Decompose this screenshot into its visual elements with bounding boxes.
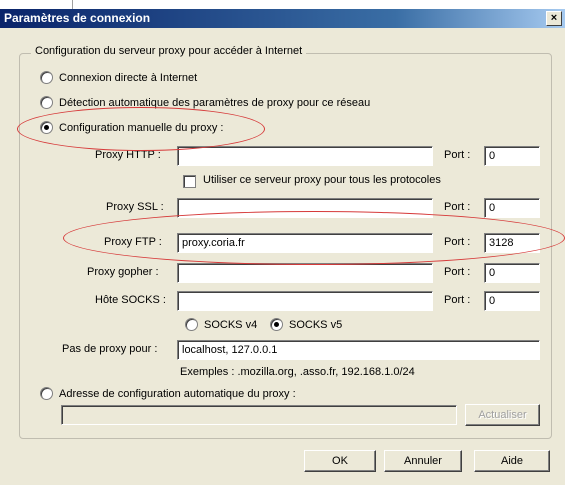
socks-port-label: Port : [444, 294, 471, 306]
no-proxy-input[interactable]: localhost, 127.0.0.1 [177, 340, 540, 360]
radio-socks-v5[interactable]: SOCKS v5 [270, 318, 342, 331]
same-proxy-label: Utiliser ce serveur proxy pour tous les … [203, 174, 441, 186]
radio-direct-connection[interactable]: Connexion directe à Internet [40, 71, 197, 84]
radio-socks-v4[interactable]: SOCKS v4 [185, 318, 257, 331]
http-proxy-label: Proxy HTTP : [95, 149, 161, 161]
radio-auto-detect[interactable]: Détection automatique des paramètres de … [40, 96, 370, 109]
radio-socks-v4-indicator[interactable] [185, 318, 198, 331]
radio-socks-v5-indicator[interactable] [270, 318, 283, 331]
ftp-port-input[interactable]: 3128 [484, 233, 540, 253]
ftp-proxy-label: Proxy FTP : [104, 236, 162, 248]
dialog-title: Paramètres de connexion [4, 11, 151, 25]
ssl-port-input[interactable]: 0 [484, 198, 540, 218]
no-proxy-examples: Exemples : .mozilla.org, .asso.fr, 192.1… [180, 366, 415, 378]
background-divider [72, 0, 73, 9]
gopher-proxy-host-input[interactable] [177, 263, 433, 283]
no-proxy-label: Pas de proxy pour : [62, 343, 158, 355]
ftp-port-label: Port : [444, 236, 471, 248]
radio-manual-proxy[interactable]: Configuration manuelle du proxy : [40, 121, 223, 134]
reload-button[interactable]: Actualiser [465, 404, 540, 426]
http-port-label: Port : [444, 149, 471, 161]
radio-auto-config-url[interactable]: Adresse de configuration automatique du … [40, 387, 296, 400]
radio-auto-detect-label: Détection automatique des paramètres de … [59, 96, 371, 109]
gopher-port-input[interactable]: 0 [484, 263, 540, 283]
socks-port-input[interactable]: 0 [484, 291, 540, 311]
radio-manual-indicator[interactable] [40, 121, 53, 134]
socks-host-label: Hôte SOCKS : [95, 294, 166, 306]
help-button[interactable]: Aide [474, 450, 550, 472]
radio-manual-label: Configuration manuelle du proxy : [59, 121, 224, 134]
ok-button[interactable]: OK [304, 450, 376, 472]
radio-auto-detect-indicator[interactable] [40, 96, 53, 109]
radio-auto-config-label: Adresse de configuration automatique du … [59, 387, 296, 400]
gopher-port-label: Port : [444, 266, 471, 278]
http-port-input[interactable]: 0 [484, 146, 540, 166]
title-bar: Paramètres de connexion × [0, 9, 565, 28]
radio-direct-indicator[interactable] [40, 71, 53, 84]
ftp-proxy-host-input[interactable]: proxy.coria.fr [177, 233, 433, 253]
group-legend: Configuration du serveur proxy pour accé… [31, 45, 307, 57]
socks-host-input[interactable] [177, 291, 433, 311]
ssl-port-label: Port : [444, 201, 471, 213]
radio-socks-v5-label: SOCKS v5 [289, 318, 343, 331]
radio-direct-label: Connexion directe à Internet [59, 71, 198, 84]
close-button[interactable]: × [546, 11, 562, 26]
ssl-proxy-label: Proxy SSL : [106, 201, 164, 213]
same-proxy-checkbox[interactable] [183, 175, 196, 188]
auto-config-url-input[interactable] [61, 405, 457, 425]
gopher-proxy-label: Proxy gopher : [87, 266, 159, 278]
radio-auto-config-indicator[interactable] [40, 387, 53, 400]
connection-settings-dialog: Paramètres de connexion × Configuration … [0, 9, 565, 485]
http-proxy-host-input[interactable] [177, 146, 433, 166]
cancel-button[interactable]: Annuler [384, 450, 462, 472]
close-icon: × [550, 12, 558, 24]
radio-socks-v4-label: SOCKS v4 [204, 318, 258, 331]
ssl-proxy-host-input[interactable] [177, 198, 433, 218]
